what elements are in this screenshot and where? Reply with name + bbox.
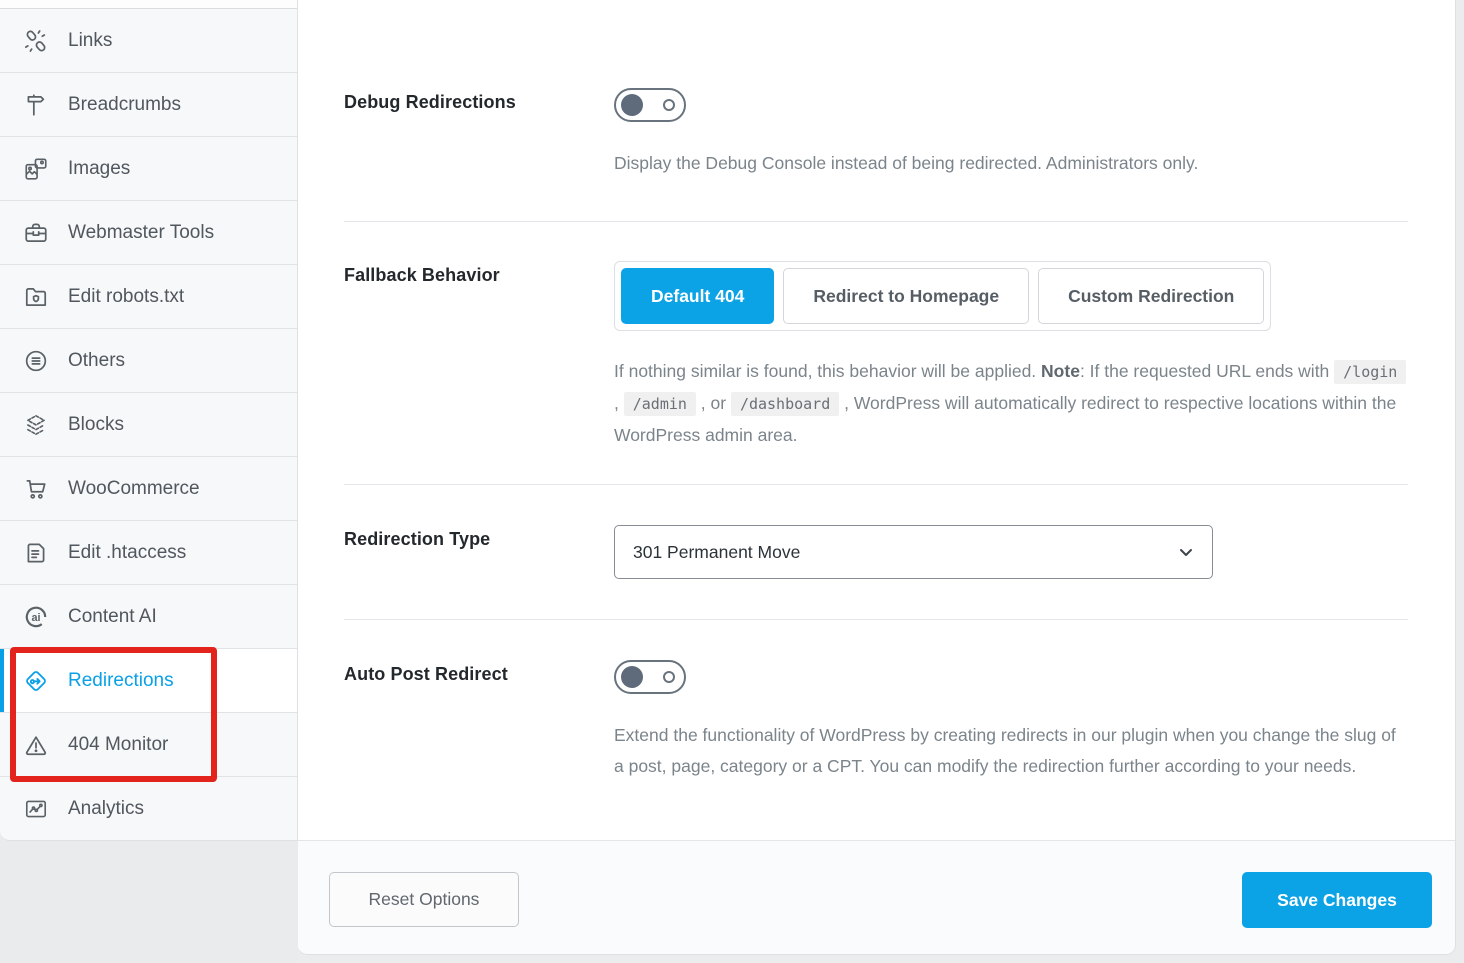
sidebar-item-label: Redirections [68,670,174,692]
sidebar-item-others[interactable]: Others [0,328,297,392]
sidebar-item-label: Analytics [68,798,144,820]
debug-redirections-label: Debug Redirections [344,92,614,113]
file-lines-icon [22,539,50,567]
images-icon [22,155,50,183]
analytics-icon [22,795,50,823]
fallback-behavior-label: Fallback Behavior [344,265,614,286]
sidebar-item-edit-robots[interactable]: Edit robots.txt [0,264,297,328]
sidebar-item-redirections[interactable]: Redirections [0,648,297,712]
settings-sidebar: Links Breadcrumbs Images [0,0,298,963]
sidebar-item-woocommerce[interactable]: WooCommerce [0,456,297,520]
auto-post-redirect-row: Auto Post Redirect Extend the functional… [344,660,1408,782]
section-divider [344,221,1408,222]
section-divider [344,484,1408,485]
sidebar-item-label: Others [68,350,125,372]
sidebar-item-label: WooCommerce [68,478,200,500]
sidebar-item-edit-htaccess[interactable]: Edit .htaccess [0,520,297,584]
sidebar-item-label: Edit robots.txt [68,286,184,308]
sidebar-item-label: 404 Monitor [68,734,168,756]
redirection-type-select[interactable]: 301 Permanent Move [614,525,1213,579]
fallback-option-custom-redirection[interactable]: Custom Redirection [1038,268,1264,324]
sidebar-item-label: Links [68,30,112,52]
sidebar-item-links[interactable]: Links [0,8,297,72]
signpost-icon [22,91,50,119]
chevron-down-icon [1176,542,1196,562]
fallback-behavior-button-group: Default 404 Redirect to Homepage Custom … [614,261,1271,331]
sidebar-item-label: Edit .htaccess [68,542,186,564]
list-circle-icon [22,347,50,375]
fallback-behavior-row: Fallback Behavior Default 404 Redirect t… [344,261,1408,451]
sidebar-item-404-monitor[interactable]: 404 Monitor [0,712,297,776]
redirection-type-label: Redirection Type [344,529,614,550]
content-ai-icon: ai [22,603,50,631]
layers-icon [22,411,50,439]
toggle-ring [663,99,675,111]
sidebar-top-strip [0,0,298,8]
cart-icon [22,475,50,503]
broken-link-icon [22,27,50,55]
sidebar-item-label: Webmaster Tools [68,222,214,244]
toolbox-icon [22,219,50,247]
robots-folder-icon [22,283,50,311]
sidebar-item-blocks[interactable]: Blocks [0,392,297,456]
toggle-knob [621,94,643,116]
sidebar-item-breadcrumbs[interactable]: Breadcrumbs [0,72,297,136]
sidebar-item-label: Blocks [68,414,124,436]
redirection-type-selected-value: 301 Permanent Move [633,542,800,563]
warning-icon [22,731,50,759]
auto-post-redirect-toggle[interactable] [614,660,686,694]
fallback-behavior-description: If nothing similar is found, this behavi… [614,356,1408,451]
settings-footer: Reset Options Save Changes [298,840,1455,954]
fallback-option-redirect-homepage[interactable]: Redirect to Homepage [783,268,1029,324]
sidebar-item-label: Images [68,158,130,180]
toggle-ring [663,671,675,683]
toggle-knob [621,666,643,688]
svg-text:ai: ai [31,611,40,623]
settings-panel: Debug Redirections Display the Debug Con… [298,0,1456,955]
reset-options-button[interactable]: Reset Options [329,872,519,927]
debug-redirections-row: Debug Redirections Display the Debug Con… [344,88,1408,179]
sidebar-item-label: Content AI [68,606,157,628]
sidebar-item-analytics[interactable]: Analytics [0,776,297,840]
debug-redirections-toggle[interactable] [614,88,686,122]
redirect-icon [22,667,50,695]
debug-redirections-description: Display the Debug Console instead of bei… [614,148,1408,179]
sidebar-nav: Links Breadcrumbs Images [0,8,298,841]
sidebar-item-webmaster-tools[interactable]: Webmaster Tools [0,200,297,264]
auto-post-redirect-description: Extend the functionality of WordPress by… [614,720,1408,782]
sidebar-item-content-ai[interactable]: ai Content AI [0,584,297,648]
save-changes-button[interactable]: Save Changes [1242,872,1432,928]
sidebar-item-label: Breadcrumbs [68,94,181,116]
section-divider [344,619,1408,620]
sidebar-item-images[interactable]: Images [0,136,297,200]
redirection-type-row: Redirection Type 301 Permanent Move [344,525,1408,579]
fallback-option-default-404[interactable]: Default 404 [621,268,774,324]
auto-post-redirect-label: Auto Post Redirect [344,664,614,685]
